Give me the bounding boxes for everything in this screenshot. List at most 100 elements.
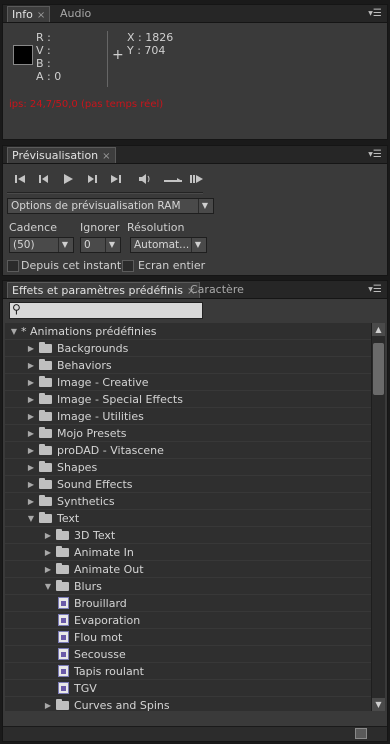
tree-item-label: Backgrounds <box>57 342 129 355</box>
folder-item[interactable]: ▶ 3D Text <box>5 527 372 544</box>
expand-closed-icon[interactable]: ▶ <box>26 493 36 510</box>
ignorer-value: 0 <box>84 239 91 251</box>
scrollbar[interactable]: ▲ ▼ <box>371 323 385 711</box>
tree-item-label: Tapis roulant <box>74 665 144 678</box>
expand-closed-icon[interactable]: ▶ <box>43 527 53 544</box>
folder-item[interactable]: ▶ Synthetics <box>5 493 372 510</box>
expand-open-icon[interactable]: ▼ <box>43 578 53 595</box>
tab-character[interactable]: Caractère <box>186 282 248 298</box>
expand-closed-icon[interactable]: ▶ <box>26 476 36 493</box>
folder-item[interactable]: ▶ Behaviors <box>5 357 372 374</box>
tree-item-label: proDAD - Vitascene <box>57 444 164 457</box>
tree-root[interactable]: ▼ * Animations prédéfinies <box>5 323 372 340</box>
tab-preview-label: Prévisualisation <box>12 149 99 162</box>
expand-closed-icon[interactable]: ▶ <box>26 425 36 442</box>
folder-item[interactable]: ▶ Image - Creative <box>5 374 372 391</box>
folder-icon <box>56 529 69 540</box>
expand-closed-icon[interactable]: ▶ <box>26 408 36 425</box>
tab-info-label: Info <box>12 8 33 21</box>
loop-icon[interactable] <box>163 172 183 186</box>
expand-open-icon[interactable]: ▼ <box>26 510 36 527</box>
ignorer-dropdown[interactable]: 0 ▼ <box>80 237 121 253</box>
tree-item-label: Mojo Presets <box>57 427 127 440</box>
folder-item[interactable]: ▶ Sound Effects <box>5 476 372 493</box>
close-icon[interactable]: × <box>37 10 45 21</box>
play-icon[interactable] <box>61 172 75 186</box>
panel-menu-icon[interactable]: ▼☰ <box>367 284 383 295</box>
preset-file-icon <box>58 631 69 643</box>
panel-menu-icon[interactable]: ▼☰ <box>367 8 383 19</box>
folder-item[interactable]: ▶ Mojo Presets <box>5 425 372 442</box>
expand-closed-icon[interactable]: ▶ <box>43 697 53 711</box>
folder-icon <box>56 563 69 574</box>
preset-item[interactable]: Brouillard <box>5 595 372 612</box>
ram-options-dropdown[interactable]: Options de prévisualisation RAM ▼ <box>7 198 214 214</box>
first-frame-icon[interactable] <box>13 172 27 186</box>
expand-closed-icon[interactable]: ▶ <box>26 459 36 476</box>
folder-item[interactable]: ▼ Text <box>5 510 372 527</box>
folder-item[interactable]: ▶ proDAD - Vitascene <box>5 442 372 459</box>
folder-item[interactable]: ▶ Backgrounds <box>5 340 372 357</box>
x-coordinate: X : 1826 <box>127 31 174 44</box>
close-icon[interactable]: × <box>102 151 110 162</box>
previous-frame-icon[interactable] <box>37 172 51 186</box>
folder-icon <box>39 495 52 506</box>
full-screen-checkbox[interactable] <box>122 260 134 272</box>
folder-icon <box>39 461 52 472</box>
green-value: V : <box>36 44 51 57</box>
next-frame-icon[interactable] <box>85 172 99 186</box>
audio-icon[interactable] <box>137 172 153 186</box>
resolution-label: Résolution <box>127 221 185 234</box>
tree-item-label: Image - Utilities <box>57 410 144 423</box>
folder-item[interactable]: ▶ Image - Utilities <box>5 408 372 425</box>
tab-info[interactable]: Info × <box>7 6 51 22</box>
fps-status: ips: 24,7/50,0 (pas temps réel) <box>9 99 164 110</box>
color-swatch <box>13 45 33 65</box>
folder-item[interactable]: ▶ Image - Special Effects <box>5 391 372 408</box>
alpha-value: A : 0 <box>36 70 62 83</box>
cadence-dropdown[interactable]: (50) ▼ <box>9 237 74 253</box>
tab-effects-presets[interactable]: Effets et paramètres prédéfinis × <box>7 282 201 298</box>
folder-item[interactable]: ▶ Animate In <box>5 544 372 561</box>
expand-closed-icon[interactable]: ▶ <box>26 357 36 374</box>
folder-icon <box>39 427 52 438</box>
expand-closed-icon[interactable]: ▶ <box>43 561 53 578</box>
preset-item[interactable]: Tapis roulant <box>5 663 372 680</box>
scroll-thumb[interactable] <box>373 343 384 395</box>
preset-item[interactable]: Secousse <box>5 646 372 663</box>
tab-audio[interactable]: Audio <box>56 6 95 22</box>
last-frame-icon[interactable] <box>109 172 123 186</box>
preset-item[interactable]: Flou mot <box>5 629 372 646</box>
new-folder-icon[interactable] <box>355 728 367 739</box>
panel-menu-icon[interactable]: ▼☰ <box>367 149 383 160</box>
folder-icon <box>39 444 52 455</box>
tree-item-label: Brouillard <box>74 597 127 610</box>
tree-item-label: Flou mot <box>74 631 123 644</box>
folder-item[interactable]: ▼ Blurs <box>5 578 372 595</box>
folder-item[interactable]: ▶ Curves and Spins <box>5 697 372 711</box>
expand-closed-icon[interactable]: ▶ <box>26 374 36 391</box>
expand-closed-icon[interactable]: ▶ <box>26 340 36 357</box>
cadence-label: Cadence <box>9 221 57 234</box>
folder-icon <box>39 512 52 523</box>
expand-closed-icon[interactable]: ▶ <box>26 442 36 459</box>
expand-open-icon[interactable]: ▼ <box>9 323 19 340</box>
expand-closed-icon[interactable]: ▶ <box>43 544 53 561</box>
folder-item[interactable]: ▶ Shapes <box>5 459 372 476</box>
preset-item[interactable]: Evaporation <box>5 612 372 629</box>
expand-closed-icon[interactable]: ▶ <box>26 391 36 408</box>
scroll-up-icon[interactable]: ▲ <box>372 323 385 336</box>
scroll-down-icon[interactable]: ▼ <box>372 698 385 711</box>
preset-item[interactable]: TGV <box>5 680 372 697</box>
folder-icon <box>56 580 69 591</box>
resolution-dropdown[interactable]: Automat... ▼ <box>130 237 207 253</box>
tab-preview[interactable]: Prévisualisation × <box>7 147 116 163</box>
ram-options-label: Options de prévisualisation RAM <box>11 200 181 212</box>
search-input[interactable]: ⚲ <box>9 302 203 319</box>
resolution-value: Automat... <box>134 239 190 251</box>
from-here-checkbox[interactable] <box>7 260 19 272</box>
tree-item-label: * Animations prédéfinies <box>21 325 157 338</box>
ram-preview-icon[interactable] <box>189 172 205 186</box>
chevron-down-icon: ▼ <box>198 199 211 213</box>
folder-item[interactable]: ▶ Animate Out <box>5 561 372 578</box>
